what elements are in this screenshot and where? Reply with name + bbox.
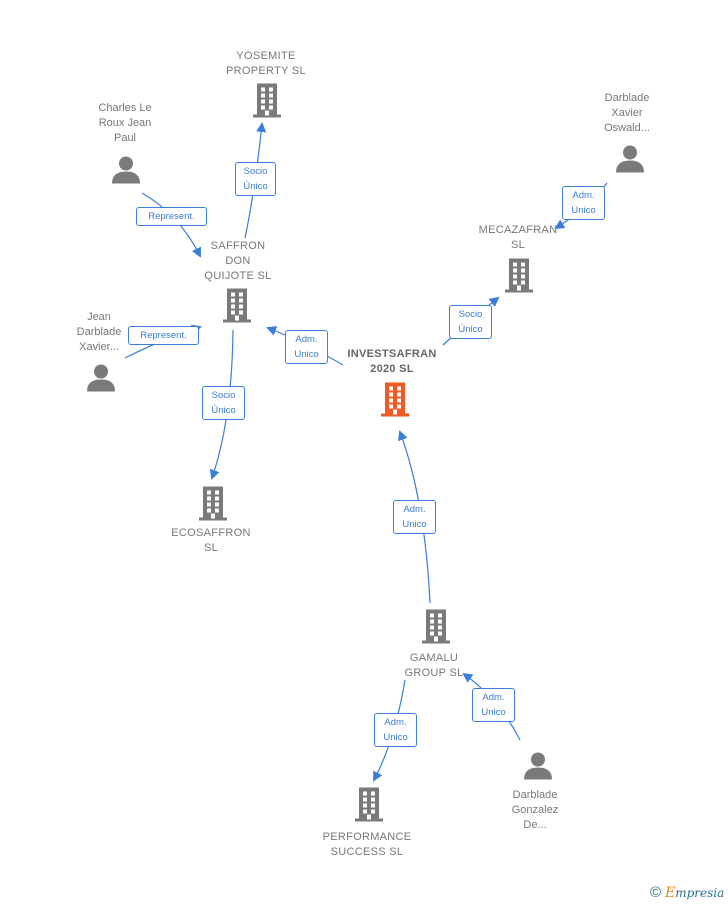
building-icon[interactable]	[378, 381, 412, 422]
brand-text: E	[664, 885, 676, 901]
building-icon[interactable]	[220, 287, 254, 328]
node-label-mecazafran[interactable]: MECAZAFRAN SL	[458, 223, 578, 253]
edge-label: Adm. Unico	[374, 713, 417, 747]
edge-label: Socio Único	[449, 305, 492, 339]
person-icon[interactable]	[86, 363, 116, 398]
edge-label: Socio Único	[202, 386, 245, 420]
node-label-invest[interactable]: INVESTSAFRAN 2020 SL	[332, 347, 452, 377]
empresia-logo[interactable]: © Empresia	[650, 884, 724, 901]
node-label-gamalu[interactable]: GAMALU GROUP SL	[374, 651, 494, 681]
edge-label: Represent.	[136, 207, 207, 226]
node-label-ecosaffron[interactable]: ECOSAFFRON SL	[151, 526, 271, 556]
person-icon[interactable]	[523, 751, 553, 786]
node-label-yosemite[interactable]: YOSEMITE PROPERTY SL	[206, 49, 326, 79]
node-label-saffron[interactable]: SAFFRON DON QUIJOTE SL	[178, 239, 298, 284]
node-label-charles[interactable]: Charles Le Roux Jean Paul	[65, 101, 185, 146]
person-icon[interactable]	[111, 155, 141, 190]
edge-label: Adm. Unico	[393, 500, 436, 534]
copyright-icon: ©	[650, 884, 662, 901]
edge-label: Socio Único	[235, 162, 276, 196]
edge-label: Adm. Unico	[285, 330, 328, 364]
building-icon[interactable]	[502, 257, 536, 298]
building-icon[interactable]	[196, 485, 230, 526]
node-label-darbladeg[interactable]: Darblade Gonzalez De...	[475, 788, 595, 833]
building-icon[interactable]	[352, 786, 386, 827]
node-label-darbladex[interactable]: Darblade Xavier Oswald...	[567, 91, 687, 136]
person-icon[interactable]	[615, 144, 645, 179]
building-icon[interactable]	[419, 608, 453, 649]
edge-label: Represent.	[128, 326, 199, 345]
building-icon[interactable]	[250, 82, 284, 123]
network-diagram: © Empresia YOSEMITE PROPERTY SL Charles L…	[0, 0, 728, 905]
node-label-performance[interactable]: PERFORMANCE SUCCESS SL	[307, 830, 427, 860]
edge-label: Adm. Unico	[562, 186, 605, 220]
brand-text-rest: mpresia	[675, 886, 725, 900]
edge-label: Adm. Unico	[472, 688, 515, 722]
